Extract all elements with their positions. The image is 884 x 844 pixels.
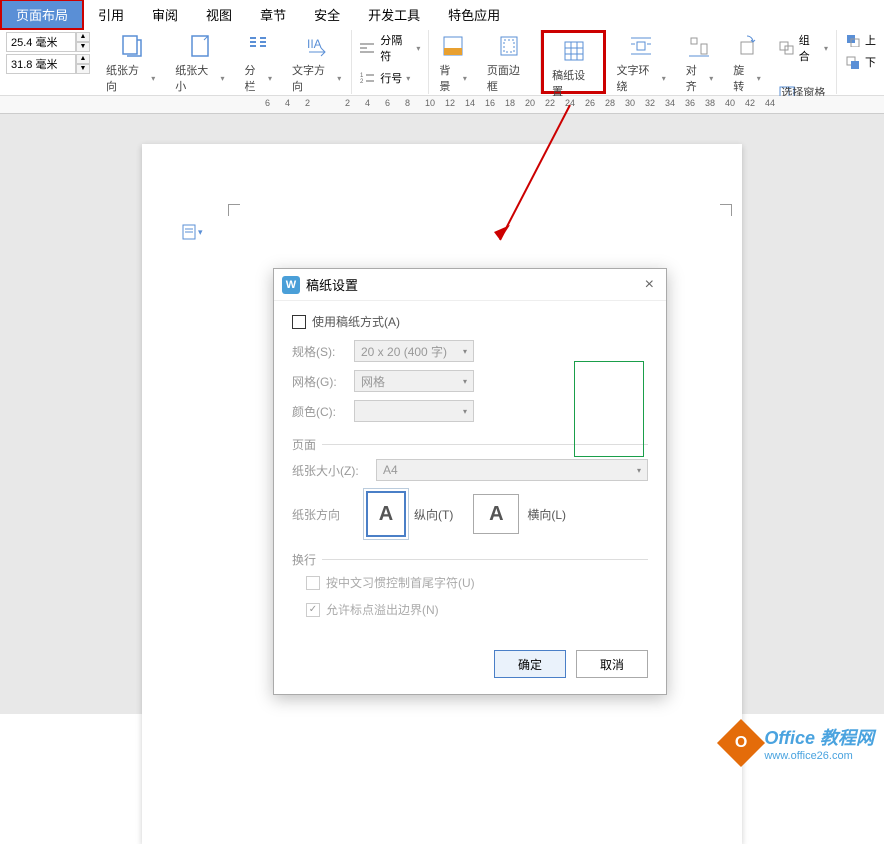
- portrait-option[interactable]: A: [366, 491, 406, 537]
- watermark-logo-icon: O: [717, 719, 765, 767]
- grid-select[interactable]: 网格▾: [354, 370, 474, 392]
- columns-icon: [246, 34, 270, 58]
- spec-label: 规格(S):: [292, 343, 346, 360]
- paper-size-label: 纸张大小(Z):: [292, 462, 368, 479]
- cancel-button[interactable]: 取消: [576, 650, 648, 678]
- line-number-icon: 12: [360, 71, 376, 85]
- dialog-titlebar[interactable]: W 稿纸设置 ×: [274, 269, 666, 301]
- line-number-button[interactable]: 12 行号▾: [356, 68, 424, 88]
- bring-forward-button[interactable]: 上: [841, 30, 880, 50]
- rotate-icon: [735, 34, 759, 58]
- svg-text:IIA: IIA: [307, 37, 322, 51]
- grid-setting-dialog: W 稿纸设置 × 使用稿纸方式(A) 规格(S): 20 x 20 (400 字…: [273, 268, 667, 695]
- columns-button[interactable]: 分栏▾: [238, 30, 278, 98]
- dialog-close-button[interactable]: ×: [641, 276, 658, 294]
- separator-icon: [360, 41, 376, 55]
- watermark: O Office 教程网 www.office26.com: [724, 724, 874, 762]
- margin-corner-icon: [720, 204, 732, 216]
- height-up[interactable]: ▲: [76, 54, 90, 64]
- paper-size-icon: [188, 34, 212, 58]
- landscape-label: 横向(L): [527, 506, 566, 523]
- height-down[interactable]: ▼: [76, 64, 90, 74]
- margin-height-input[interactable]: [6, 54, 76, 74]
- menu-page-layout[interactable]: 页面布局: [0, 0, 84, 30]
- paper-orientation-button[interactable]: 纸张方向▾: [100, 30, 161, 98]
- wps-logo-icon: W: [282, 276, 300, 294]
- margin-corner-icon: [228, 204, 240, 216]
- landscape-option[interactable]: A: [473, 494, 519, 534]
- ok-button[interactable]: 确定: [494, 650, 566, 678]
- paper-orientation-icon: [119, 34, 143, 58]
- width-down[interactable]: ▼: [76, 42, 90, 52]
- down-layer-icon: [845, 55, 861, 69]
- page-border-icon: [497, 34, 521, 58]
- up-layer-icon: [845, 33, 861, 47]
- group-icon: [779, 41, 795, 55]
- page-options-icon[interactable]: ▾: [182, 224, 203, 240]
- paper-size-button[interactable]: 纸张大小▾: [169, 30, 230, 98]
- send-backward-button[interactable]: 下: [841, 52, 880, 72]
- separator-button[interactable]: 分隔符▾: [356, 30, 424, 66]
- use-grid-checkbox[interactable]: [292, 315, 306, 329]
- text-direction-button[interactable]: IIA 文字方向▾: [286, 30, 347, 98]
- group-button[interactable]: 组合▾: [775, 30, 832, 66]
- cjk-control-checkbox[interactable]: [306, 576, 320, 590]
- menu-security[interactable]: 安全: [300, 1, 354, 28]
- color-label: 颜色(C):: [292, 403, 346, 420]
- use-grid-label: 使用稿纸方式(A): [312, 313, 400, 330]
- paper-size-select[interactable]: A4▾: [376, 459, 648, 481]
- align-icon: [687, 34, 711, 58]
- text-wrap-icon: [629, 34, 653, 58]
- grid-setting-button[interactable]: 稿纸设置: [546, 35, 601, 103]
- portrait-label: 纵向(T): [414, 506, 453, 523]
- menu-chapter[interactable]: 章节: [246, 1, 300, 28]
- watermark-url: www.office26.com: [764, 750, 874, 762]
- text-wrap-button[interactable]: 文字环绕▾: [610, 30, 671, 98]
- dialog-title-text: 稿纸设置: [306, 275, 358, 294]
- margin-width-input[interactable]: [6, 32, 76, 52]
- background-button[interactable]: 背景▾: [433, 30, 473, 98]
- orientation-label: 纸张方向: [292, 506, 346, 523]
- horizontal-ruler[interactable]: 6 4 2 2 4 6 8 10 12 14 16 18 20 22 24 26…: [0, 96, 884, 114]
- wrap-section-header: 换行: [292, 551, 648, 568]
- page-border-button[interactable]: 页面边框: [481, 30, 536, 98]
- dropdown-arrow-icon: ▾: [151, 74, 155, 83]
- grid-setting-icon: [562, 39, 586, 63]
- cjk-control-label: 按中文习惯控制首尾字符(U): [326, 574, 475, 591]
- align-button[interactable]: 对齐▾: [680, 30, 720, 98]
- background-icon: [441, 34, 465, 58]
- menu-special[interactable]: 特色应用: [434, 1, 514, 28]
- menu-devtools[interactable]: 开发工具: [354, 1, 434, 28]
- grid-label: 网格(G):: [292, 373, 346, 390]
- width-up[interactable]: ▲: [76, 32, 90, 42]
- menu-bar: 页面布局 引用 审阅 视图 章节 安全 开发工具 特色应用: [0, 0, 884, 28]
- allow-overflow-label: 允许标点溢出边界(N): [326, 601, 439, 618]
- ribbon-toolbar: ▲▼ ▲▼ 纸张方向▾ 纸张大小▾ 分栏▾ IIA 文字方向▾: [0, 28, 884, 96]
- menu-view[interactable]: 视图: [192, 1, 246, 28]
- grid-preview: [574, 361, 644, 457]
- rotate-button[interactable]: 旋转▾: [727, 30, 767, 98]
- color-select[interactable]: ▾: [354, 400, 474, 422]
- menu-review[interactable]: 审阅: [138, 1, 192, 28]
- watermark-brand: Office 教程网: [764, 724, 874, 750]
- svg-text:2: 2: [360, 79, 364, 85]
- allow-overflow-checkbox[interactable]: ✓: [306, 603, 320, 617]
- spec-select[interactable]: 20 x 20 (400 字)▾: [354, 340, 474, 362]
- text-direction-icon: IIA: [305, 34, 329, 58]
- menu-reference[interactable]: 引用: [84, 1, 138, 28]
